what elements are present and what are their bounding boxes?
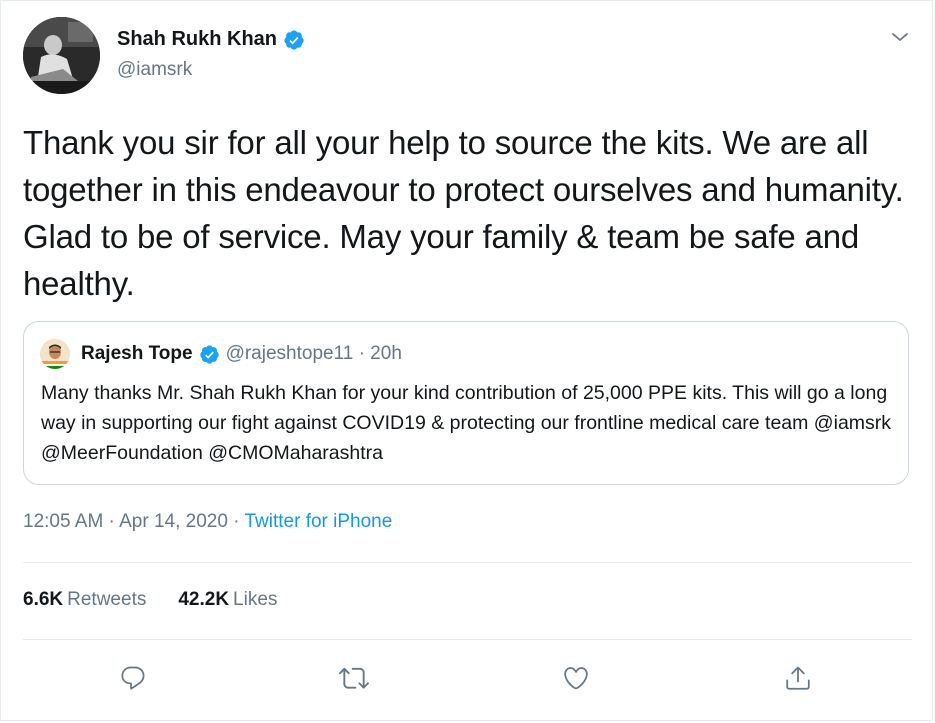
quoted-handle-time[interactable]: @rajeshtope11 · 20h: [226, 343, 402, 365]
likes-count: 42.2K: [178, 589, 230, 610]
tweet-card: Shah Rukh Khan @iamsrk Thank you sir for…: [0, 0, 933, 721]
author-handle[interactable]: @iamsrk: [117, 59, 192, 81]
retweet-icon[interactable]: [337, 661, 371, 695]
share-icon[interactable]: [781, 661, 815, 695]
quoted-tweet[interactable]: Rajesh Tope @rajeshtope11 · 20h Many tha…: [23, 321, 909, 485]
author-name[interactable]: Shah Rukh Khan: [117, 28, 277, 51]
quoted-author-avatar[interactable]: [40, 339, 70, 369]
verified-badge-icon: [199, 344, 220, 365]
verified-badge-icon: [283, 29, 305, 51]
retweets-stat[interactable]: 6.6K Retweets: [23, 589, 146, 611]
quoted-author-name[interactable]: Rajesh Tope: [81, 343, 193, 365]
tweet-meta: 12:05 AM · Apr 14, 2020 · Twitter for iP…: [23, 511, 392, 533]
engagement-stats: 6.6K Retweets 42.2K Likes: [23, 589, 277, 611]
likes-stat[interactable]: 42.2K Likes: [178, 589, 277, 611]
quoted-tweet-text: Many thanks Mr. Shah Rukh Khan for your …: [41, 382, 892, 464]
divider: [23, 639, 912, 640]
heart-icon[interactable]: [559, 661, 593, 695]
retweets-label: Retweets: [67, 589, 147, 610]
divider: [23, 562, 912, 563]
action-bar: [1, 661, 934, 697]
retweets-count: 6.6K: [23, 589, 64, 610]
tweet-datetime[interactable]: 12:05 AM · Apr 14, 2020 ·: [23, 511, 244, 532]
chevron-down-icon[interactable]: [890, 27, 910, 47]
tweet-text: Thank you sir for all your help to sourc…: [23, 124, 904, 302]
tweet-source-link[interactable]: Twitter for iPhone: [244, 511, 392, 532]
likes-label: Likes: [233, 589, 278, 610]
reply-icon[interactable]: [116, 661, 150, 695]
author-avatar[interactable]: [23, 17, 100, 94]
